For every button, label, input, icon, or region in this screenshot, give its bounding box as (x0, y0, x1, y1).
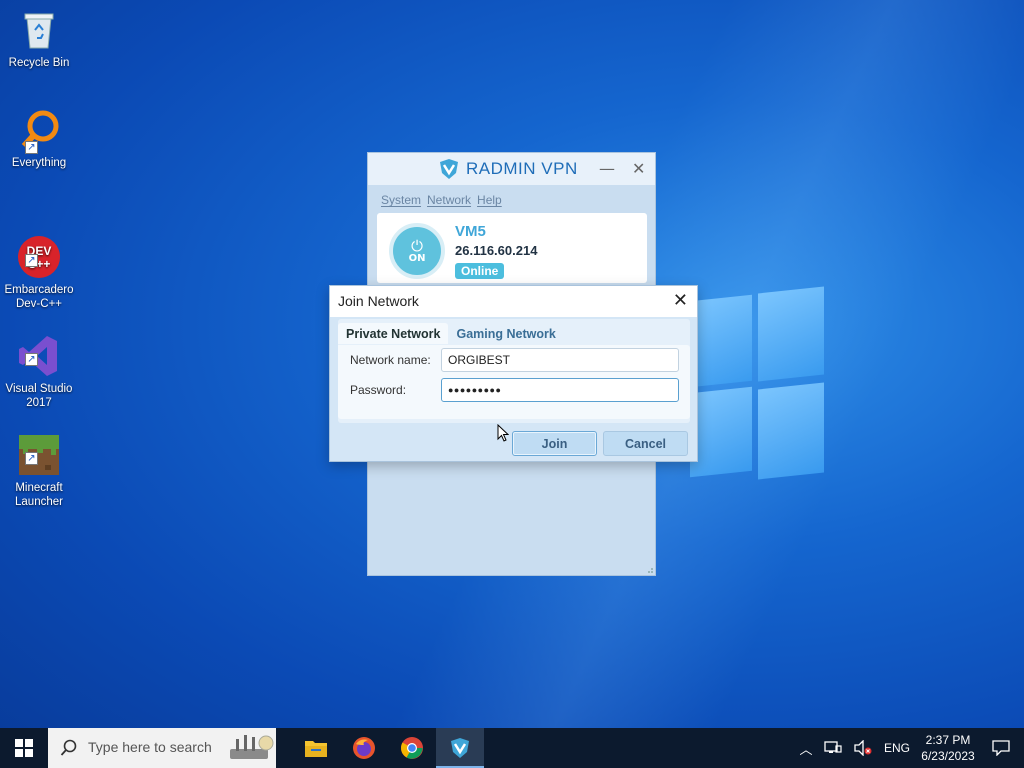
input-language[interactable]: ENG (884, 741, 910, 755)
taskbar: Type here to search ︿ ENG 2:37 PM 6/23/2… (0, 728, 1024, 768)
dialog-close-button[interactable]: ✕ (673, 290, 688, 311)
radmin-shield-icon (451, 738, 469, 758)
vm-ip-address: 26.116.60.214 (455, 243, 538, 258)
network-type-tabs: Private Network Gaming Network (338, 323, 564, 344)
taskbar-search-box[interactable]: Type here to search (48, 728, 276, 768)
action-center-button[interactable] (978, 728, 1024, 768)
menu-network[interactable]: Network (427, 193, 471, 207)
notifications-icon (992, 740, 1010, 756)
radmin-menu-bar: System Network Help (368, 185, 655, 207)
clock-date: 6/23/2023 (921, 749, 975, 763)
recycle-bin-icon (17, 8, 61, 52)
shortcut-arrow-icon: ↗ (25, 452, 38, 465)
desktop-icon-label: Recycle Bin (8, 57, 70, 69)
system-tray: ︿ ENG 2:37 PM 6/23/2023 (794, 728, 1024, 768)
dialog-panel: Private Network Gaming Network Network n… (338, 319, 690, 423)
cancel-button[interactable]: Cancel (603, 431, 688, 456)
dialog-title-bar[interactable]: Join Network ✕ (330, 286, 697, 317)
radmin-logo: RADMIN VPN (438, 158, 578, 180)
taskbar-firefox[interactable] (340, 728, 388, 768)
search-icon (60, 739, 77, 756)
firefox-icon (353, 737, 375, 759)
devcpp-icon: DEV C++ ↗ (17, 221, 61, 278)
search-placeholder: Type here to search (88, 739, 212, 755)
menu-system[interactable]: System (381, 193, 421, 207)
volume-muted-icon[interactable] (854, 740, 872, 756)
search-highlight-icon (230, 735, 274, 759)
desktop-icon-minecraft[interactable]: ↗ Minecraft Launcher (2, 405, 76, 523)
desktop-icon-everything[interactable]: ↗ Everything (2, 108, 76, 170)
tab-gaming-network[interactable]: Gaming Network (448, 323, 563, 344)
radmin-logo-text: RADMIN VPN (466, 159, 578, 178)
power-toggle-button[interactable]: ⏻ ON (389, 223, 445, 279)
clock-time: 2:37 PM (925, 733, 971, 747)
everything-icon: ↗ (17, 108, 61, 154)
chrome-icon (401, 737, 423, 759)
tab-private-network[interactable]: Private Network (338, 323, 449, 344)
network-name-label: Network name: (350, 353, 431, 367)
show-hidden-icons-chevron-icon[interactable]: ︿ (794, 739, 818, 758)
close-button[interactable]: ✕ (632, 159, 645, 178)
desktop-icon-recycle-bin[interactable]: Recycle Bin (2, 8, 76, 70)
taskbar-clock[interactable]: 2:37 PM 6/23/2023 (918, 732, 978, 764)
mouse-cursor-icon (497, 424, 509, 442)
password-field[interactable]: ●●●●●●●●● (441, 378, 679, 402)
shortcut-arrow-icon: ↗ (25, 254, 38, 267)
shortcut-arrow-icon: ↗ (25, 353, 38, 366)
start-button[interactable] (0, 728, 48, 768)
power-label: ON (408, 252, 426, 264)
windows-logo-icon (15, 739, 33, 757)
dialog-title: Join Network (338, 293, 419, 309)
radmin-shield-icon (440, 159, 458, 179)
join-network-dialog: Join Network ✕ Private Network Gaming Ne… (329, 285, 698, 462)
visual-studio-icon: ↗ (17, 320, 61, 376)
taskbar-chrome[interactable] (388, 728, 436, 768)
network-name-field[interactable]: ORGIBEST (441, 348, 679, 372)
password-label: Password: (350, 383, 407, 397)
minimize-button[interactable]: — (599, 159, 615, 178)
join-form: Network name: ORGIBEST Password: ●●●●●●●… (338, 345, 690, 419)
vm-status-card: ⏻ ON VM5 26.116.60.214 Online (377, 213, 647, 283)
shortcut-arrow-icon: ↗ (25, 141, 38, 154)
resize-grip-icon[interactable] (646, 566, 654, 574)
vm-name: VM5 (455, 223, 486, 240)
join-button[interactable]: Join (512, 431, 597, 456)
desktop-icon-label: Minecraft Launcher (15, 482, 63, 508)
desktop-icon-label: Everything (11, 157, 67, 169)
minecraft-grass-block-icon: ↗ (17, 419, 61, 475)
network-icon[interactable] (824, 740, 842, 756)
menu-help[interactable]: Help (477, 193, 502, 207)
status-badge: Online (455, 263, 505, 279)
radmin-title-bar[interactable]: RADMIN VPN — ✕ (368, 153, 655, 185)
taskbar-file-explorer[interactable] (292, 728, 340, 768)
power-icon: ⏻ (411, 236, 423, 255)
wallpaper-windows-logo (690, 286, 824, 480)
taskbar-radmin-vpn[interactable] (436, 728, 484, 768)
folder-icon (305, 741, 327, 757)
